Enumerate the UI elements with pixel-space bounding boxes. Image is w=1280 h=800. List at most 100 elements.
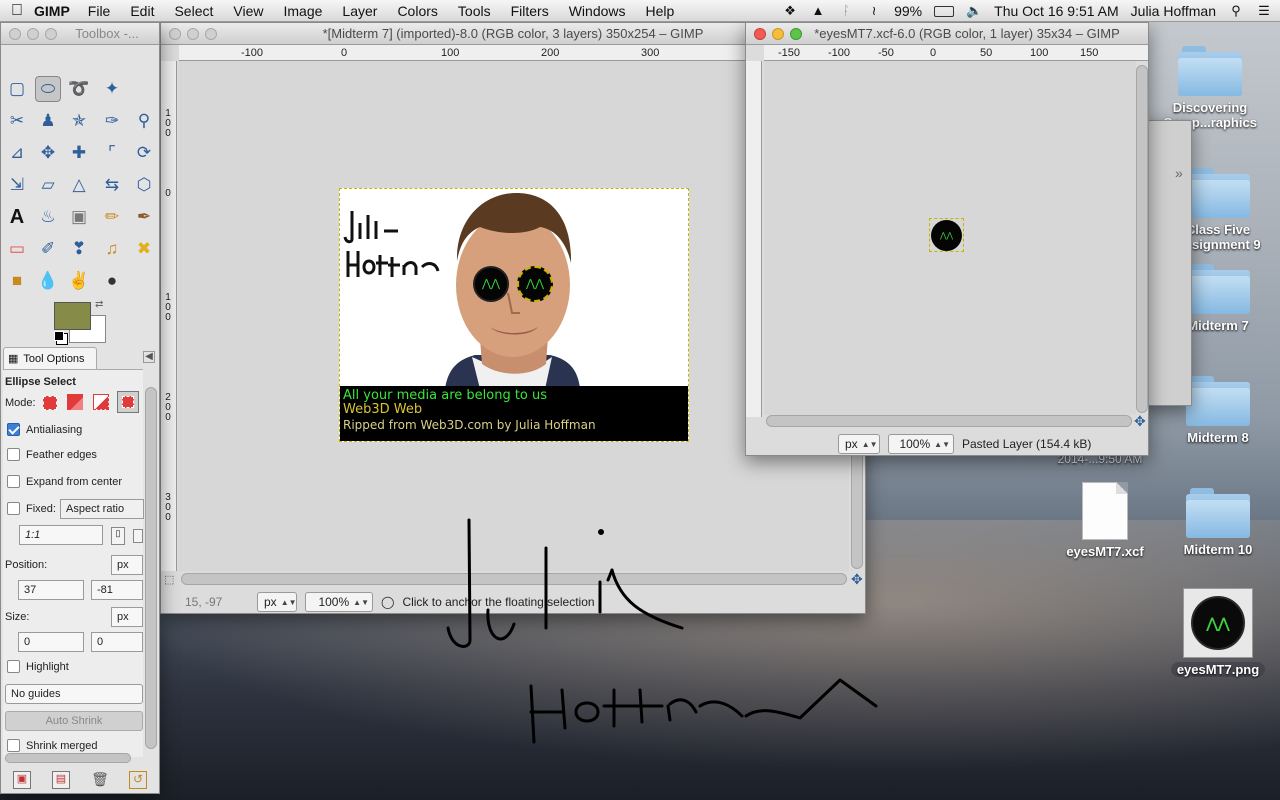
menu-select[interactable]: Select — [174, 3, 213, 19]
flip-tool-icon[interactable]: ⇆ — [99, 172, 125, 198]
shear-tool-icon[interactable]: ▱ — [35, 172, 61, 198]
menu-tools[interactable]: Tools — [458, 3, 491, 19]
tab-menu-icon[interactable]: ◀ — [143, 351, 155, 363]
eyes-image-window[interactable]: *eyesMT7.xcf-6.0 (RGB color, 1 layer) 35… — [745, 22, 1149, 456]
airbrush-tool-icon[interactable]: ✐ — [35, 236, 61, 262]
menu-user[interactable]: Julia Hoffman — [1131, 3, 1216, 19]
clone-tool-icon[interactable]: ♫ — [99, 236, 125, 262]
mode-intersect-icon[interactable] — [117, 391, 139, 413]
zoom-button[interactable] — [205, 28, 217, 40]
menu-image[interactable]: Image — [283, 3, 322, 19]
desktop-file-eyesmt7-xcf[interactable]: eyesMT7.xcf — [1050, 482, 1160, 559]
eyes-horizontal-scrollbar[interactable] — [766, 415, 1132, 427]
close-button[interactable] — [169, 28, 181, 40]
menu-windows[interactable]: Windows — [569, 3, 626, 19]
horizontal-ruler[interactable]: -150 -100 -50 0 50 100 150 — [764, 45, 1148, 61]
fixed-checkbox[interactable] — [7, 502, 20, 515]
expand-from-center-option[interactable]: Expand from center — [7, 475, 122, 488]
shrink-merged-checkbox[interactable] — [7, 739, 20, 752]
mode-replace-icon[interactable] — [43, 396, 57, 410]
main-horizontal-scrollbar[interactable] — [181, 573, 847, 585]
fuzzy-select-tool-icon[interactable]: ✦ — [99, 76, 125, 102]
highlight-checkbox[interactable] — [7, 660, 20, 673]
apple-menu-icon[interactable]:  — [0, 2, 34, 20]
pencil-tool-icon[interactable]: ✏ — [99, 204, 125, 230]
move-tool-icon[interactable]: ✥ — [35, 140, 61, 166]
antialiasing-option[interactable]: Antialiasing — [7, 423, 82, 436]
foreground-color-swatch[interactable] — [54, 302, 91, 330]
tool-options-scrollbar[interactable] — [145, 387, 157, 749]
mode-add-icon[interactable] — [67, 394, 83, 410]
align-tool-icon[interactable]: ✚ — [66, 140, 92, 166]
menu-edit[interactable]: Edit — [130, 3, 154, 19]
position-x-input[interactable]: 37 — [18, 580, 84, 600]
scissors-tool-icon[interactable]: ✂ — [4, 108, 30, 134]
image-canvas[interactable]: ⋀⋀ ⋀⋀ All your media are belong to us We… — [339, 188, 689, 442]
zoom-selector[interactable]: 100% ▲▼ — [305, 592, 373, 612]
eraser-tool-icon[interactable]: ▭ — [4, 236, 30, 262]
position-y-input[interactable]: -81 — [91, 580, 143, 600]
menu-colors[interactable]: Colors — [397, 3, 437, 19]
heal-tool-icon[interactable]: ✖ — [131, 236, 157, 262]
smudge-tool-icon[interactable]: ✌ — [66, 268, 92, 294]
expand-arrows-icon[interactable]: » — [1175, 165, 1183, 181]
scale-tool-icon[interactable]: ⇲ — [4, 172, 30, 198]
delete-tool-options-icon[interactable]: 🗑 — [91, 771, 109, 789]
swap-colors-icon[interactable]: ⇄ — [95, 299, 103, 310]
minimize-button[interactable] — [27, 28, 39, 40]
app-menu[interactable]: GIMP — [34, 3, 70, 19]
minimize-button[interactable] — [187, 28, 199, 40]
quick-mask-icon[interactable]: ⬚ — [164, 573, 174, 586]
shrink-merged-option[interactable]: Shrink merged — [7, 739, 98, 752]
text-tool-icon[interactable]: A — [4, 204, 30, 230]
zoom-button[interactable] — [790, 28, 802, 40]
perspective-tool-icon[interactable]: △ — [66, 172, 92, 198]
paintbrush-tool-icon[interactable]: ✒ — [131, 204, 157, 230]
guides-dropdown[interactable]: No guides — [5, 684, 143, 704]
eyes-layer-thumbnail[interactable]: ⋀⋀ — [929, 218, 964, 252]
desktop-file-eyesmt7-png[interactable]: ⋀⋀ eyesMT7.png — [1163, 588, 1273, 677]
bluetooth-icon[interactable]: ᛛ — [838, 4, 854, 18]
rotate-tool-icon[interactable]: ⟳ — [131, 140, 157, 166]
dropbox-icon[interactable]: ❖ — [782, 4, 798, 18]
size-unit-dropdown[interactable]: px — [111, 607, 143, 627]
eyes-canvas-area[interactable]: ⋀⋀ — [764, 61, 1136, 415]
vertical-ruler[interactable]: 1 0 0 0 1 0 0 2 0 0 3 0 0 — [161, 61, 177, 571]
landscape-orientation-icon[interactable] — [133, 529, 143, 543]
minimize-button[interactable] — [772, 28, 784, 40]
wifi-icon[interactable]: ≀ — [866, 4, 882, 18]
blend-tool-icon[interactable]: ▣ — [66, 204, 92, 230]
toolbox-titlebar[interactable]: Toolbox -... — [1, 23, 159, 45]
expand-from-center-checkbox[interactable] — [7, 475, 20, 488]
menu-layer[interactable]: Layer — [342, 3, 377, 19]
zoom-button[interactable] — [45, 28, 57, 40]
foreground-select-tool-icon[interactable]: ♟ — [35, 108, 61, 134]
blur-tool-icon[interactable]: 💧 — [35, 268, 61, 294]
auto-shrink-button[interactable]: Auto Shrink — [5, 711, 143, 731]
menu-help[interactable]: Help — [646, 3, 675, 19]
feather-edges-option[interactable]: Feather edges — [7, 448, 97, 461]
unit-selector[interactable]: px ▲▼ — [838, 434, 880, 454]
drive-icon[interactable]: ▲ — [810, 4, 826, 18]
measure-tool-icon[interactable]: ⊿ — [4, 140, 30, 166]
cage-transform-tool-icon[interactable]: ⬡ — [131, 172, 157, 198]
ink-tool-icon[interactable]: ❣ — [66, 236, 92, 262]
unit-selector[interactable]: px ▲▼ — [257, 592, 297, 612]
spotlight-search-icon[interactable]: ⚲ — [1228, 4, 1244, 18]
position-unit-dropdown[interactable]: px — [111, 555, 143, 575]
paths-tool-icon[interactable]: ✯ — [66, 108, 92, 134]
eyes-window-titlebar[interactable]: *eyesMT7.xcf-6.0 (RGB color, 1 layer) 35… — [746, 23, 1148, 45]
feather-edges-checkbox[interactable] — [7, 448, 20, 461]
navigate-icon[interactable]: ✥ — [1134, 413, 1146, 430]
battery-icon[interactable] — [934, 5, 955, 17]
crop-tool-icon[interactable]: ⌜ — [99, 140, 125, 166]
navigate-icon[interactable]: ✥ — [851, 571, 863, 588]
fixed-mode-dropdown[interactable]: Aspect ratio — [60, 499, 144, 519]
desktop-folder-discovering[interactable]: Discovering Comp...raphics — [1155, 46, 1265, 130]
tool-options-hscrollbar[interactable] — [5, 753, 131, 763]
close-button[interactable] — [9, 28, 21, 40]
restore-tool-options-icon[interactable]: ▤ — [52, 771, 70, 789]
tool-options-tab[interactable]: ▦ Tool Options — [3, 347, 97, 369]
dodge-burn-tool-icon[interactable]: ● — [99, 268, 125, 294]
highlight-option[interactable]: Highlight — [7, 660, 69, 673]
